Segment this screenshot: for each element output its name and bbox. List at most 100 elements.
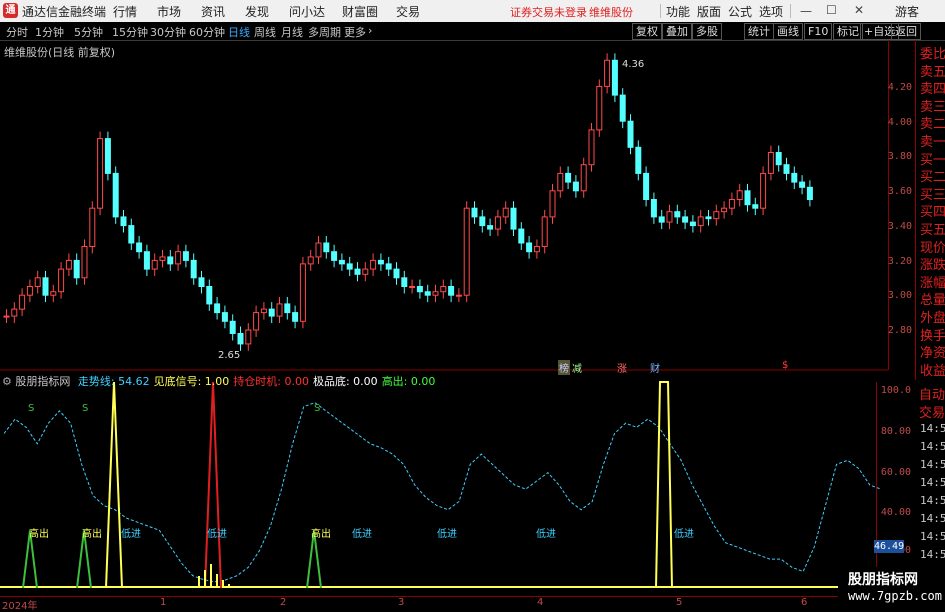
close-icon[interactable]: ✕ — [854, 3, 864, 17]
quote-field-label: 涨幅 — [920, 275, 945, 291]
auto-trade-button[interactable]: 自动 — [919, 384, 945, 403]
draw-button[interactable]: 画线 — [773, 23, 803, 40]
indicator-axis: 100.0 80.00 60.00 40.00 20.00 — [876, 382, 917, 592]
signal-low-label: 低进 — [674, 529, 694, 540]
candle — [120, 216, 127, 227]
quote-field-label: 卖二 — [920, 117, 945, 133]
candle — [299, 263, 306, 322]
trade-button[interactable]: 交易 — [919, 402, 945, 421]
candle — [50, 291, 57, 296]
candle — [128, 225, 135, 244]
event-tag[interactable]: 财 — [650, 360, 660, 375]
candle — [627, 120, 634, 148]
date-label: 2 — [280, 597, 287, 608]
candle — [221, 312, 228, 322]
kline-chart[interactable] — [0, 40, 888, 596]
period-30min[interactable]: 30分钟 — [150, 24, 186, 40]
candle — [494, 216, 501, 230]
volume-bar — [234, 586, 236, 588]
menu-market[interactable]: 市场 — [157, 3, 181, 20]
quote-field-label: 卖三 — [920, 99, 945, 115]
watermark-url: www.7gpzb.com — [848, 589, 942, 603]
candle — [541, 216, 548, 247]
candle — [697, 216, 704, 227]
candle — [728, 199, 735, 209]
period-daily[interactable]: 日线 — [228, 24, 250, 40]
candle — [440, 286, 447, 293]
volume-bar — [228, 584, 230, 588]
period-more[interactable]: 更多 — [344, 24, 366, 40]
candle — [526, 242, 533, 253]
signal-s-label: S — [28, 403, 35, 414]
menu-layout[interactable]: 版面 — [697, 3, 721, 20]
period-monthly[interactable]: 月线 — [281, 24, 303, 40]
mark-button[interactable]: 标记 — [833, 23, 863, 40]
chevron-right-icon[interactable]: › — [368, 24, 372, 37]
volume-bar — [210, 564, 212, 588]
candle — [276, 303, 283, 317]
indicator-name[interactable]: 股朋指标网 — [15, 375, 70, 388]
menu-discover[interactable]: 发现 — [245, 3, 269, 20]
candle — [721, 207, 728, 213]
date-axis: 2024年 1 2 3 4 5 6 — [0, 596, 880, 612]
quote-field-label: 买一 — [920, 152, 945, 168]
candle — [260, 308, 267, 314]
minimize-icon[interactable]: — — [800, 4, 812, 18]
period-60min[interactable]: 60分钟 — [189, 24, 225, 40]
indicator-label: 40.00 — [880, 507, 911, 518]
multi-stock-button[interactable]: 多股 — [692, 23, 722, 40]
f10-button[interactable]: F10 — [804, 23, 833, 40]
candle — [705, 216, 712, 220]
stats-button[interactable]: 统计 — [744, 23, 774, 40]
back-button[interactable]: 返回 — [891, 23, 921, 40]
broker-name[interactable]: 维维股份 — [589, 4, 633, 20]
period-5min[interactable]: 5分钟 — [74, 24, 103, 40]
event-tag[interactable]: 涨 — [617, 360, 627, 375]
candle — [175, 251, 182, 265]
menu-formula[interactable]: 公式 — [728, 3, 752, 20]
adjust-button[interactable]: 复权 — [632, 23, 662, 40]
indicator-label: 60.00 — [880, 467, 911, 478]
candle — [744, 190, 751, 206]
quote-field-label: 卖一 — [920, 135, 945, 150]
menu-quotes[interactable]: 行情 — [113, 3, 137, 20]
candle — [354, 268, 361, 275]
period-1min[interactable]: 1分钟 — [35, 24, 64, 40]
quote-field-label: 买四 — [920, 205, 945, 221]
quote-field-label: 买三 — [920, 187, 945, 203]
candle — [198, 277, 205, 288]
menu-options[interactable]: 选项 — [759, 3, 783, 20]
candle — [487, 225, 494, 230]
candle — [346, 263, 353, 270]
overlay-button[interactable]: 叠加 — [662, 23, 692, 40]
app-logo-icon: 通 — [3, 3, 18, 18]
event-tag[interactable]: 减 — [572, 360, 582, 375]
menu-wealth[interactable]: 财富圈 — [342, 3, 378, 20]
period-15min[interactable]: 15分钟 — [112, 24, 148, 40]
candle — [214, 303, 221, 314]
period-tick[interactable]: 分时 — [6, 24, 28, 40]
indicator-current-value: 46.49 — [874, 540, 905, 553]
maximize-icon[interactable]: ☐ — [826, 3, 837, 17]
menu-trade[interactable]: 交易 — [396, 3, 420, 20]
candle — [455, 294, 462, 297]
guest-label[interactable]: 游客 — [895, 3, 919, 20]
candle — [533, 245, 540, 253]
candle — [58, 268, 65, 293]
volume-bar — [222, 580, 224, 588]
period-weekly[interactable]: 周线 — [254, 24, 276, 40]
indicator-header: ⚙ 股朋指标网 走势线: 54.62 见底信号: 1.00 持仓时机: 0.00 极品… — [2, 373, 435, 389]
divider — [790, 4, 791, 18]
settings-icon[interactable]: ⚙ — [2, 375, 12, 388]
period-multi[interactable]: 多周期 — [308, 24, 341, 40]
menu-function[interactable]: 功能 — [666, 3, 690, 20]
candle — [502, 207, 509, 218]
event-tag[interactable]: 榜 — [558, 360, 570, 375]
menu-assistant[interactable]: 问小达 — [289, 3, 325, 20]
candle — [643, 172, 650, 200]
watermark-title: 股朋指标网 — [848, 572, 918, 588]
menu-news[interactable]: 资讯 — [201, 3, 225, 20]
login-status[interactable]: 证券交易未登录 — [510, 4, 587, 20]
trade-panel: 自动 交易 14:56 14:56 14:56 14:56 14:56 14:56 14:5… — [916, 382, 945, 597]
event-tag[interactable]: $ — [782, 360, 788, 371]
